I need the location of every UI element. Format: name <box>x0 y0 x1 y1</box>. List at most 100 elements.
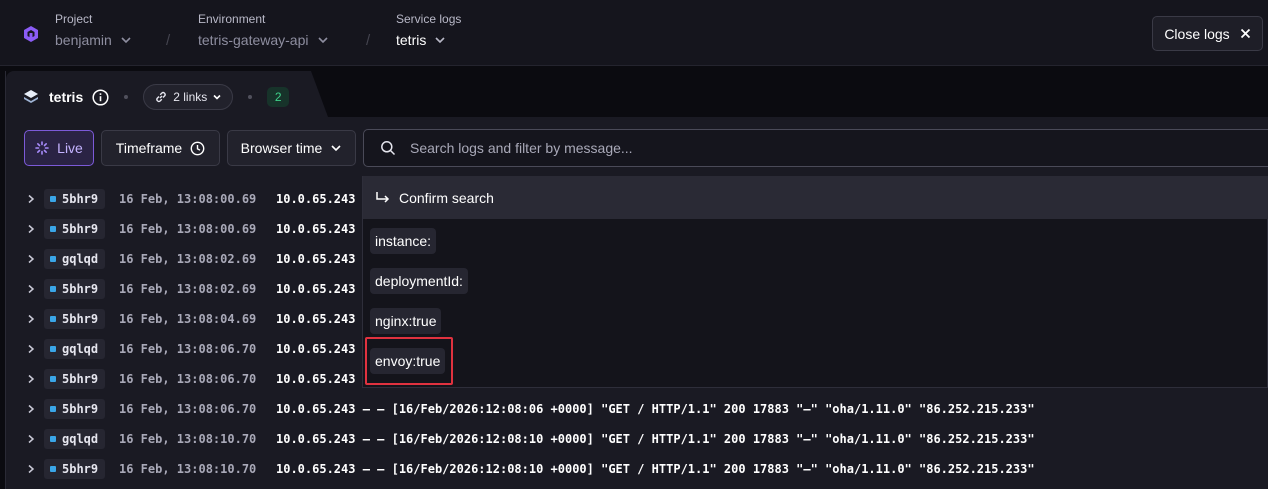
log-message: 10.0.65.243 – – [16/Feb/2026:12:08:10 +0… <box>276 432 1035 446</box>
instance-color-dot <box>50 406 56 412</box>
service-tab[interactable]: tetris 2 links 2 <box>6 71 328 117</box>
service-logs-label: Service logs <box>396 12 462 26</box>
links-dropdown[interactable]: 2 links <box>143 84 234 110</box>
log-timestamp: 16 Feb, 13:08:02.69 <box>119 282 257 296</box>
instance-id: 5bhr9 <box>62 372 99 386</box>
instance-badge[interactable]: gqlqd <box>44 429 106 449</box>
log-timestamp: 16 Feb, 13:08:00.69 <box>119 222 257 236</box>
info-icon[interactable] <box>92 88 109 106</box>
browser-time-label: Browser time <box>240 140 323 156</box>
breadcrumb-environment[interactable]: Environment tetris-gateway-api <box>198 12 329 48</box>
confirm-search-option[interactable]: Confirm search <box>363 176 1268 219</box>
log-message: 10.0.65.243 <box>276 192 356 206</box>
close-logs-label: Close logs <box>1164 25 1230 42</box>
search-input[interactable] <box>410 140 1230 156</box>
instance-id: 5bhr9 <box>62 462 99 476</box>
project-selector[interactable]: benjamin <box>55 32 132 48</box>
instance-id: 5bhr9 <box>62 312 99 326</box>
log-timestamp: 16 Feb, 13:08:06.70 <box>119 372 257 386</box>
chevron-down-icon <box>317 37 328 44</box>
log-timestamp: 16 Feb, 13:08:06.70 <box>119 402 257 416</box>
instance-color-dot <box>50 316 56 322</box>
breadcrumb-separator: / <box>366 32 371 49</box>
chevron-right-icon[interactable] <box>26 464 36 474</box>
suggestion-instance[interactable]: instance: <box>370 228 437 254</box>
browser-time-dropdown[interactable]: Browser time <box>227 130 356 166</box>
close-logs-button[interactable]: Close logs <box>1152 16 1263 51</box>
instance-badge[interactable]: gqlqd <box>44 339 106 359</box>
timeframe-label: Timeframe <box>115 140 183 156</box>
chevron-right-icon[interactable] <box>26 374 36 384</box>
highlight-box <box>365 337 453 385</box>
app-logo-icon[interactable] <box>22 25 40 43</box>
instance-badge[interactable]: 5bhr9 <box>44 219 106 239</box>
instance-id: gqlqd <box>62 252 99 266</box>
chevron-right-icon[interactable] <box>26 344 36 354</box>
suggestion-deployment-id[interactable]: deploymentId: <box>370 268 468 294</box>
service-name: tetris <box>49 89 84 105</box>
log-timestamp: 16 Feb, 13:08:10.70 <box>119 432 257 446</box>
separator-dot <box>124 95 129 99</box>
chevron-right-icon[interactable] <box>26 254 36 264</box>
log-message: 10.0.65.243 <box>276 372 356 386</box>
log-message: 10.0.65.243 – – [16/Feb/2026:12:08:10 +0… <box>276 462 1035 476</box>
environment-selector[interactable]: tetris-gateway-api <box>198 32 329 48</box>
return-arrow-icon <box>376 191 390 203</box>
instance-color-dot <box>50 376 56 382</box>
chevron-down-icon <box>331 145 341 152</box>
log-timestamp: 16 Feb, 13:08:00.69 <box>119 192 257 206</box>
project-label: Project <box>55 12 93 26</box>
instance-badge[interactable]: 5bhr9 <box>44 189 106 209</box>
log-message: 10.0.65.243 <box>276 222 356 236</box>
instance-badge[interactable]: 5bhr9 <box>44 279 106 299</box>
log-message: 10.0.65.243 <box>276 312 356 326</box>
chevron-right-icon[interactable] <box>26 314 36 324</box>
instance-badge[interactable]: 5bhr9 <box>44 399 106 419</box>
instance-color-dot <box>50 466 56 472</box>
instance-color-dot <box>50 286 56 292</box>
instance-id: gqlqd <box>62 432 99 446</box>
spinner-icon <box>35 141 49 155</box>
log-row[interactable]: 5bhr9 16 Feb, 13:08:06.70 10.0.65.243 – – … <box>6 394 1268 424</box>
log-row[interactable]: gqlqd 16 Feb, 13:08:10.70 10.0.65.243 – – … <box>6 424 1268 454</box>
chevron-down-icon <box>435 37 445 44</box>
search-box[interactable] <box>363 129 1268 167</box>
chevron-right-icon[interactable] <box>26 224 36 234</box>
instance-badge[interactable]: 5bhr9 <box>44 369 106 389</box>
search-suggestions-dropdown: Confirm search instance: deploymentId: n… <box>362 176 1268 388</box>
log-message: 10.0.65.243 – – [16/Feb/2026:12:08:06 +0… <box>276 402 1035 416</box>
clock-icon <box>190 141 205 155</box>
project-value: benjamin <box>55 32 112 48</box>
breadcrumb-service-logs[interactable]: Service logs tetris <box>396 12 461 48</box>
instance-color-dot <box>50 256 56 262</box>
close-icon <box>1240 28 1250 39</box>
breadcrumb-project[interactable]: Project benjamin <box>55 12 132 48</box>
search-icon <box>381 141 396 156</box>
log-message: 10.0.65.243 <box>276 252 356 266</box>
log-timestamp: 16 Feb, 13:08:10.70 <box>119 462 257 476</box>
timeframe-button[interactable]: Timeframe <box>101 130 220 166</box>
log-timestamp: 16 Feb, 13:08:04.69 <box>119 312 257 326</box>
instance-id: 5bhr9 <box>62 192 99 206</box>
links-label: 2 links <box>173 90 208 104</box>
suggestion-nginx[interactable]: nginx:true <box>370 308 442 334</box>
live-button[interactable]: Live <box>24 130 94 166</box>
live-label: Live <box>57 140 83 156</box>
separator-dot <box>248 95 253 99</box>
chevron-right-icon[interactable] <box>26 194 36 204</box>
instance-color-dot <box>50 196 56 202</box>
instance-color-dot <box>50 436 56 442</box>
instance-badge[interactable]: gqlqd <box>44 249 106 269</box>
instance-badge[interactable]: 5bhr9 <box>44 459 106 479</box>
service-selector[interactable]: tetris <box>396 32 461 48</box>
instance-id: gqlqd <box>62 342 99 356</box>
chevron-right-icon[interactable] <box>26 284 36 294</box>
log-row[interactable]: 5bhr9 16 Feb, 13:08:10.70 10.0.65.243 – – … <box>6 454 1268 484</box>
chevron-right-icon[interactable] <box>26 434 36 444</box>
chevron-right-icon[interactable] <box>26 404 36 414</box>
replica-count-badge: 2 <box>267 87 290 107</box>
link-icon <box>156 91 167 103</box>
instance-badge[interactable]: 5bhr9 <box>44 309 106 329</box>
layers-icon <box>24 90 38 103</box>
top-bar: Project benjamin / Environment tetris-ga… <box>0 0 1268 66</box>
